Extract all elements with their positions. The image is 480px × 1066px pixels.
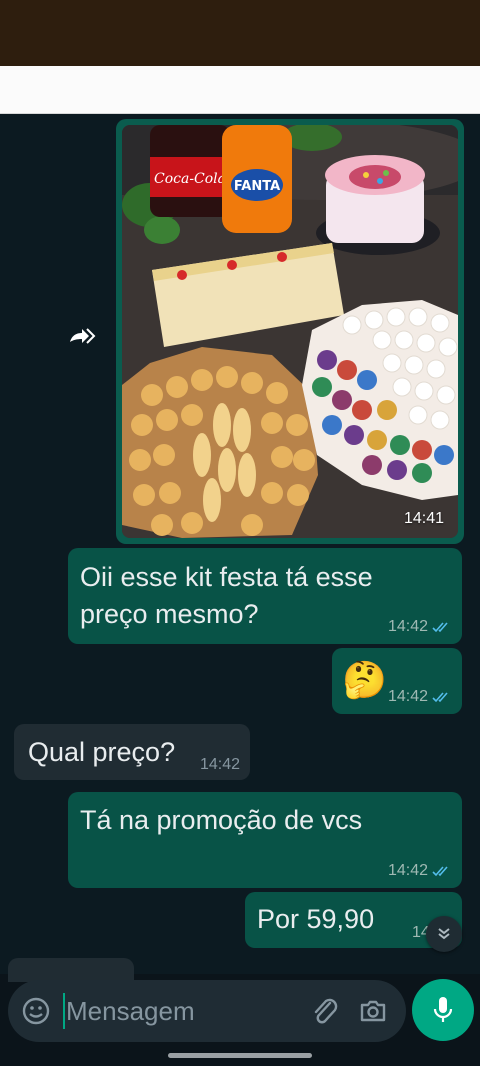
message-text: Tá na promoção de vcs xyxy=(80,805,363,835)
message-time: 14:42 xyxy=(199,756,240,773)
incoming-message[interactable] xyxy=(8,958,134,982)
thinking-face-emoji: 🤔 xyxy=(342,659,387,700)
header-bar xyxy=(0,66,480,114)
message-text-line: Oii esse kit festa tá esse xyxy=(80,562,373,592)
message-meta: 14:42 xyxy=(200,756,240,774)
outgoing-message[interactable]: Tá na promoção de vcs 14:42 xyxy=(68,792,462,888)
mic-button[interactable] xyxy=(412,979,474,1041)
emoji-icon[interactable] xyxy=(20,995,52,1027)
message-meta: 14:42 xyxy=(388,688,452,706)
message-time: 14:41 xyxy=(403,510,444,527)
outgoing-message[interactable]: 🤔 14:42 xyxy=(332,648,462,714)
home-indicator[interactable] xyxy=(168,1053,312,1058)
message-composer[interactable]: Mensagem xyxy=(8,980,406,1042)
coca-cola-label: Coca-Cola xyxy=(154,171,226,187)
read-ticks-icon xyxy=(432,866,448,877)
party-kit-photo[interactable]: Coca-Cola FANTA 14:41 xyxy=(122,125,458,538)
forward-icon[interactable] xyxy=(62,316,102,356)
status-bar-area xyxy=(0,0,480,66)
message-time: 14:42 xyxy=(387,862,428,879)
text-caret xyxy=(63,993,65,1029)
message-meta: 14:42 xyxy=(388,862,452,880)
read-ticks-icon xyxy=(432,692,448,703)
attach-icon[interactable] xyxy=(308,994,342,1028)
fanta-label: FANTA xyxy=(234,179,280,194)
read-ticks-icon xyxy=(432,622,448,633)
scroll-to-bottom-button[interactable] xyxy=(426,916,462,952)
message-text-line: preço mesmo? xyxy=(80,599,259,629)
outgoing-message[interactable]: Oii esse kit festa tá esse preço mesmo? … xyxy=(68,548,462,644)
double-chevron-down-icon xyxy=(438,928,450,940)
message-meta: 14:42 xyxy=(388,618,452,636)
message-text: Qual preço? xyxy=(28,737,176,767)
message-time: 14:42 xyxy=(387,688,428,705)
message-text: Por 59,90 xyxy=(257,904,375,934)
mic-icon xyxy=(433,997,453,1022)
image-message[interactable]: Coca-Cola FANTA 14:41 xyxy=(116,119,464,544)
message-input[interactable]: Mensagem xyxy=(66,996,195,1027)
incoming-message[interactable]: Qual preço? 14:42 xyxy=(14,724,250,780)
message-time: 14:42 xyxy=(387,618,428,635)
camera-icon[interactable] xyxy=(356,994,390,1028)
